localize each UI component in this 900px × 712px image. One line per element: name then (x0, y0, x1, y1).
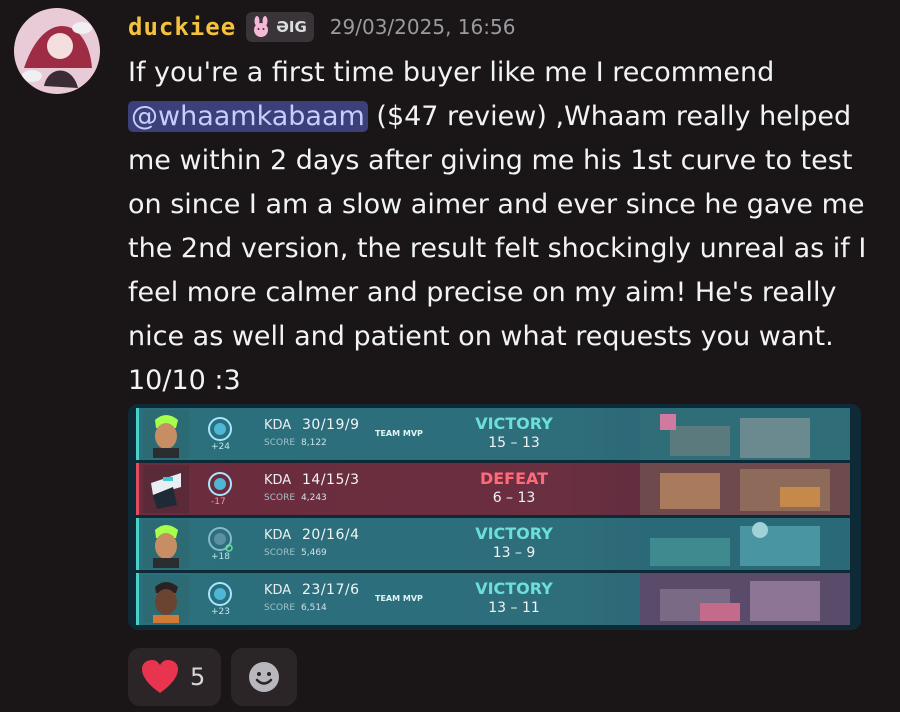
score-label: SCORE (264, 493, 296, 503)
kda-value: 30/19/9 (302, 417, 360, 433)
mvp-badge: TEAM MVP (375, 594, 423, 603)
user-mention[interactable]: @whaamkabaam (128, 101, 368, 132)
reactions-bar: 5 (128, 648, 298, 706)
map-thumbnail (640, 518, 850, 570)
score-value: 5,469 (301, 548, 327, 558)
map-thumbnail (640, 463, 850, 515)
match-row: -17 KDA 14/15/3 SCORE 4,243 DEFEAT 6 – 1… (136, 463, 850, 515)
match-result: VICTORY (475, 524, 553, 543)
match-row: +23 KDA 23/17/6 SCORE 6,514 TEAM MVP VIC… (136, 573, 850, 625)
rank-icon (208, 417, 232, 441)
message-text-line1: If you're a first time buyer like me I r… (128, 57, 775, 88)
agent-portrait (143, 520, 189, 568)
username[interactable]: duckiee (128, 13, 236, 41)
final-score: 13 – 9 (492, 545, 536, 561)
rr-change: +18 (211, 552, 230, 562)
agent-portrait (143, 465, 189, 513)
rr-change: +23 (211, 607, 230, 617)
match-result: DEFEAT (479, 469, 549, 488)
kda-value: 23/17/6 (302, 582, 360, 598)
reaction-count: 5 (190, 663, 206, 691)
score-label: SCORE (264, 603, 296, 613)
rr-change: +24 (211, 442, 230, 452)
score-label: SCORE (264, 438, 296, 448)
agent-portrait (143, 575, 189, 623)
match-row: +18 KDA 20/16/4 SCORE 5,469 VICTORY 13 –… (136, 518, 850, 570)
message-timestamp: 29/03/2025, 16:56 (329, 15, 516, 39)
reaction-heart[interactable]: 5 (128, 648, 222, 706)
final-score: 13 – 11 (488, 600, 540, 616)
kda-label: KDA (264, 418, 292, 433)
rank-icon (208, 472, 232, 496)
message-text-rest: ($47 review) ,Whaam really helped me wit… (128, 101, 867, 396)
avatar-art (14, 8, 100, 94)
match-result: VICTORY (475, 414, 553, 433)
rank-icon (208, 527, 233, 552)
map-thumbnail (640, 408, 850, 460)
match-result: VICTORY (475, 579, 553, 598)
score-value: 8,122 (301, 438, 327, 448)
score-value: 6,514 (301, 603, 327, 613)
smiley-icon (249, 662, 280, 692)
server-tag[interactable]: ƏIG (246, 12, 314, 42)
match-history-embed[interactable]: +24 KDA 30/19/9 SCORE 8,122 TEAM MVP VIC… (128, 404, 861, 630)
rank-icon (208, 582, 232, 606)
add-reaction-button[interactable] (231, 648, 298, 706)
heart-icon (142, 660, 178, 693)
kda-label: KDA (264, 528, 292, 543)
score-label: SCORE (264, 548, 296, 558)
rr-change: -17 (211, 497, 226, 507)
user-avatar[interactable] (14, 8, 100, 94)
message-body: If you're a first time buyer like me I r… (128, 51, 868, 403)
map-thumbnail (640, 573, 850, 625)
server-tag-label: ƏIG (276, 18, 307, 36)
final-score: 6 – 13 (492, 490, 536, 506)
score-value: 4,243 (301, 493, 327, 503)
kda-value: 20/16/4 (302, 527, 360, 543)
mvp-badge: TEAM MVP (375, 429, 423, 438)
final-score: 15 – 13 (488, 435, 540, 451)
message-header: duckiee ƏIG 29/03/2025, 16:56 (128, 10, 515, 44)
kda-value: 14/15/3 (302, 472, 360, 488)
match-row: +24 KDA 30/19/9 SCORE 8,122 TEAM MVP VIC… (136, 408, 850, 460)
kda-label: KDA (264, 473, 292, 488)
kda-label: KDA (264, 583, 292, 598)
bunny-icon (254, 16, 269, 37)
agent-portrait (143, 410, 189, 458)
